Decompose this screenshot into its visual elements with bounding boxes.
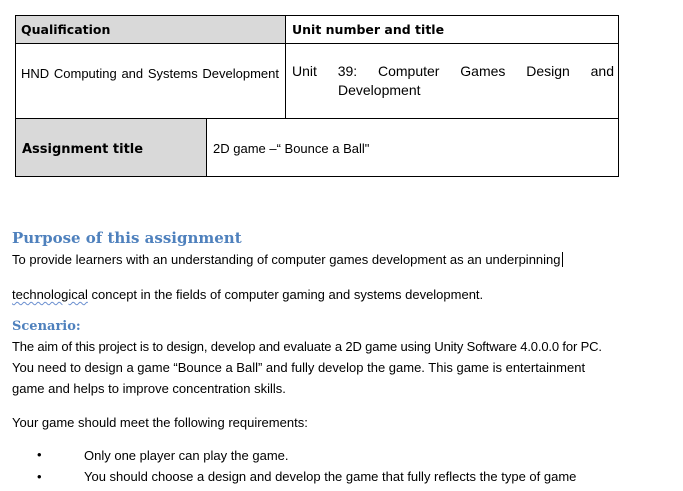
requirement-item: Only one player can play the game. <box>84 448 289 463</box>
table-divider <box>206 118 207 177</box>
text-cursor <box>561 252 563 267</box>
purpose-line-1-text: To provide learners with an understandin… <box>12 252 561 267</box>
unit-value-text: Unit 39: Computer Games Design and Devel… <box>292 63 614 98</box>
assignment-title-value: 2D game –“ Bounce a Ball" <box>213 141 370 156</box>
table-divider <box>15 43 619 44</box>
purpose-line-2-text: concept in the fields of computer gaming… <box>87 287 484 302</box>
requirements-intro: Your game should meet the following requ… <box>12 415 308 430</box>
misspelled-word[interactable]: technological <box>12 287 88 302</box>
bullet-marker: • <box>37 447 42 462</box>
table-divider <box>285 15 286 119</box>
scenario-line-2: You need to design a game “Bounce a Ball… <box>12 360 586 375</box>
requirement-item: You should choose a design and develop t… <box>84 469 577 484</box>
unit-header: Unit number and title <box>292 22 445 37</box>
assignment-title-label: Assignment title <box>22 142 144 157</box>
purpose-heading: Purpose of this assignment <box>12 229 242 247</box>
scenario-line-1: The aim of this project is to design, de… <box>12 339 602 354</box>
qualification-value: HND Computing and Systems Development <box>21 65 279 82</box>
purpose-line-1[interactable]: To provide learners with an understandin… <box>12 252 563 267</box>
purpose-line-2: technological concept in the fields of c… <box>12 287 483 302</box>
scenario-line-3: game and helps to improve concentration … <box>12 381 286 396</box>
qualification-value-text: HND Computing and Systems Development <box>21 66 279 81</box>
scenario-heading: Scenario: <box>12 319 81 334</box>
bullet-marker: • <box>37 469 42 484</box>
qualification-header: Qualification <box>21 22 111 37</box>
unit-value: Unit 39: Computer Games Design and Devel… <box>292 62 614 100</box>
